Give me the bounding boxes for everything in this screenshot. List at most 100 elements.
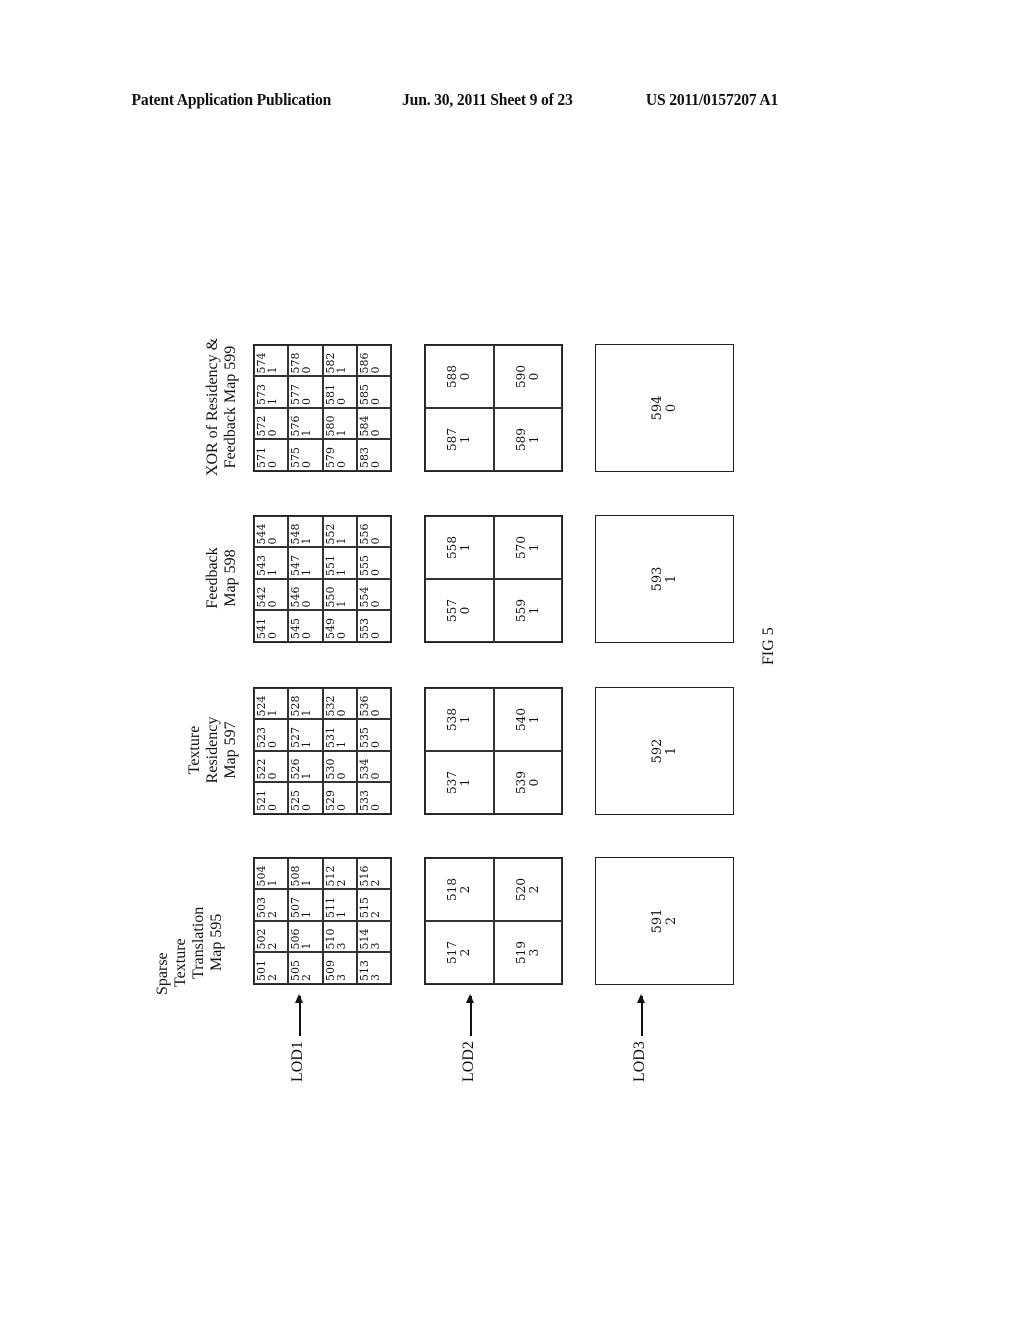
grid-cell: 585 0	[356, 376, 391, 408]
cell-value: 1	[334, 600, 348, 608]
map-title: Sparse Texture Translation Map 595	[154, 875, 226, 995]
cell-value: 0	[368, 429, 382, 437]
cell-value: 0	[526, 778, 541, 787]
cell-value: 1	[458, 715, 473, 724]
cell-id: 552	[323, 523, 337, 545]
cell-id: 532	[323, 695, 337, 717]
map-title-line: Sparse	[154, 952, 171, 995]
grid-cell: 508 1	[288, 858, 323, 890]
cell-value: 0	[300, 461, 314, 468]
cell-value: 0	[300, 366, 314, 374]
grid-cell: 516 2	[356, 858, 391, 890]
grid-cell: 518 2	[425, 858, 494, 921]
cell-id: 594	[649, 395, 665, 421]
grid-cell: 584 0	[356, 408, 391, 440]
map-title-line: Map 597	[222, 721, 239, 779]
cell-value: 2	[458, 948, 473, 957]
grid-cell: 588 0	[425, 345, 494, 408]
lod3-grid: 594 0	[595, 344, 734, 472]
cell-id: 592	[649, 738, 665, 764]
cell-id: 540	[513, 708, 528, 731]
cell-value: 1	[300, 537, 314, 545]
grid-cell: 501 2	[254, 952, 289, 984]
lod2-grid: 557 0 558 1 559 1 570 1	[424, 515, 563, 643]
map-title-line: Feedback	[204, 547, 221, 609]
grid-cell: 521 0	[254, 782, 289, 814]
grid-cell: 533 0	[356, 782, 391, 814]
cell-value: 1	[458, 543, 473, 552]
cell-value: 0	[334, 804, 348, 811]
cell-value: 1	[458, 778, 473, 787]
grid-cell: 504 1	[254, 858, 289, 890]
cell-value: 2	[266, 911, 279, 918]
figure-label: FIG 5	[760, 627, 777, 665]
grid-cell: 576 1	[288, 408, 323, 440]
grid-cell: 506 1	[288, 921, 323, 953]
cell-id: 570	[513, 536, 528, 559]
cell-value: 3	[334, 942, 348, 950]
cell-value: 0	[334, 709, 348, 717]
grid-cell: 502 2	[254, 921, 289, 953]
grid-cell: 520 2	[493, 858, 562, 921]
grid-cell: 556 0	[356, 516, 391, 548]
cell-value: 0	[368, 632, 382, 639]
grid-cell: 551 1	[322, 547, 357, 579]
map-title: Feedback Map 598	[204, 493, 240, 663]
map-title: XOR of Residency & Feedback Map 599	[204, 322, 240, 492]
grid-cell: 582 1	[322, 345, 357, 377]
cell-id: 559	[513, 599, 528, 622]
cell-value: 1	[300, 569, 314, 576]
cell-id: 531	[323, 727, 337, 748]
cell-value: 1	[300, 741, 314, 748]
cell-value: 1	[334, 911, 348, 918]
cell-value: 0	[266, 461, 279, 468]
grid-cell: 535 0	[356, 719, 391, 751]
cell-value: 2	[458, 885, 473, 894]
figure-5-diagram: Sparse Texture Translation Map 595 501 2 502 2 5…	[140, 300, 780, 1100]
lod2-grid: 537 1 538 1 539 0 540 1	[424, 687, 563, 815]
grid-cell: 524 1	[254, 688, 289, 720]
grid-cell: 586 0	[356, 345, 391, 377]
cell-value: 3	[368, 942, 382, 950]
lod1-grid: 541 0 542 0 543 1 544 0 545 0 546 0 547 1 548 1 549 0 550 1…	[253, 515, 392, 643]
grid-cell: 540 1	[493, 688, 562, 751]
grid-cell: 513 3	[356, 952, 391, 984]
grid-cell: 578 0	[288, 345, 323, 377]
grid-cell: 515 2	[356, 889, 391, 921]
cell-id: 591	[649, 908, 665, 934]
cell-value: 2	[526, 885, 541, 894]
cell-value: 1	[334, 537, 348, 545]
grid-cell: 542 0	[254, 579, 289, 611]
cell-value: 1	[266, 366, 279, 374]
grid-cell: 523 0	[254, 719, 289, 751]
grid-cell: 579 0	[322, 439, 357, 471]
lod2-grid: 587 1 588 0 589 1 590 0	[424, 344, 563, 472]
grid-cell: 545 0	[288, 610, 323, 642]
cell-value: 2	[368, 911, 382, 918]
cell-value: 0	[368, 461, 382, 468]
cell-value: 0	[266, 741, 279, 748]
map-title-line: XOR of Residency &	[204, 337, 221, 477]
publication-label: Patent Application Publication	[131, 90, 332, 109]
grid-cell: 512 2	[322, 858, 357, 890]
cell-value: 2	[663, 916, 679, 926]
cell-id: 511	[323, 897, 337, 918]
lod2-grid: 517 2 518 2 519 3 520 2	[424, 857, 563, 985]
grid-cell: 546 0	[288, 579, 323, 611]
cell-value: 1	[526, 435, 541, 444]
grid-cell: 580 1	[322, 408, 357, 440]
grid-cell: 544 0	[254, 516, 289, 548]
grid-cell: 573 1	[254, 376, 289, 408]
map-title-line: Residency	[204, 716, 221, 784]
lod-label: LOD1	[289, 1041, 306, 1082]
cell-value: 0	[266, 804, 279, 811]
cell-value: 1	[526, 543, 541, 552]
cell-value: 0	[368, 366, 382, 374]
grid-cell: 557 0	[425, 579, 494, 642]
grid-cell: 510 3	[322, 921, 357, 953]
cell-value: 0	[368, 600, 382, 608]
cell-value: 0	[368, 772, 382, 780]
grid-cell: 541 0	[254, 610, 289, 642]
cell-id: 539	[513, 771, 528, 794]
grid-cell: 571 0	[254, 439, 289, 471]
